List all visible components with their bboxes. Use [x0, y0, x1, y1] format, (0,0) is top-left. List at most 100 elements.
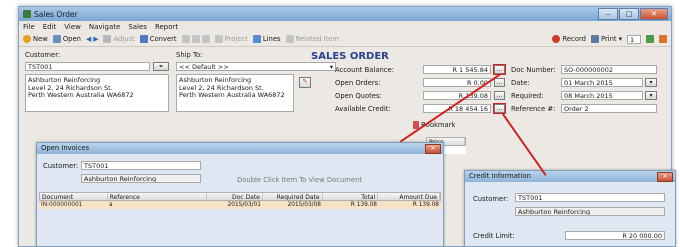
disabled-tools — [181, 35, 210, 43]
save-icon — [181, 35, 190, 43]
oi-hint: Double Click Item To View Document — [237, 176, 363, 184]
lines-button[interactable]: Lines — [252, 35, 281, 43]
available-credit-lookup-button[interactable]: … — [493, 103, 506, 114]
date-field[interactable]: 01 March 2015 — [561, 78, 643, 87]
ship-to-select[interactable]: << Default >> ▾ — [176, 62, 336, 71]
adjust-button[interactable]: Adjust — [103, 35, 135, 43]
close-icon[interactable]: ✕ — [425, 144, 441, 154]
ship-to-selected: << Default >> — [179, 63, 229, 71]
delete-icon — [191, 35, 200, 43]
oi-col-doc-date[interactable]: Doc Date — [207, 193, 263, 200]
oi-col-required-date[interactable]: Required Date — [263, 193, 323, 200]
available-credit-field: R 18 454.16 — [423, 104, 491, 113]
ci-customer-label: Customer: — [473, 195, 509, 203]
doc-number-label: Doc Number: — [511, 66, 556, 74]
customer-address-line: Perth Western Australia WA6872 — [28, 91, 134, 99]
menu-report[interactable]: Report — [155, 23, 178, 31]
required-date-field[interactable]: 08 March 2015 — [561, 91, 643, 100]
close-button[interactable]: ✕ — [640, 8, 668, 20]
date-label: Date: — [511, 79, 530, 87]
oi-col-reference[interactable]: Reference — [108, 193, 208, 200]
related-item-button[interactable]: Related Item — [285, 35, 339, 43]
oi-customer-label: Customer: — [43, 162, 79, 170]
record-icon — [552, 35, 561, 43]
required-label: Required: — [511, 92, 544, 100]
oi-table-header: Document Reference Doc Date Required Dat… — [39, 192, 441, 201]
menu-sales[interactable]: Sales — [128, 23, 147, 31]
account-balance-lookup-button[interactable]: … — [493, 64, 506, 75]
available-credit-label: Available Credit: — [335, 105, 391, 113]
oi-col-amount-due[interactable]: Amount Due — [378, 193, 440, 200]
window-title: Sales Order — [34, 9, 78, 19]
project-button[interactable]: Project — [214, 35, 248, 43]
open-orders-lookup-button[interactable]: … — [494, 78, 505, 87]
forward-arrow-icon[interactable]: ▶ — [93, 35, 98, 43]
nav-arrows[interactable]: ◀ ▶ — [86, 35, 98, 43]
close-icon[interactable]: ✕ — [657, 172, 673, 182]
credit-information-dialog: Credit Information ✕ Customer: TST001 Ash… — [464, 170, 676, 247]
open-icon — [52, 35, 61, 43]
doc-number-field[interactable]: SO-000000002 — [561, 65, 657, 74]
date-picker-icon[interactable]: ▾ — [645, 78, 657, 87]
menu-navigate[interactable]: Navigate — [89, 23, 120, 31]
open-button[interactable]: Open — [52, 35, 81, 43]
menu-edit[interactable]: Edit — [43, 23, 57, 31]
maximize-button[interactable]: □ — [619, 8, 639, 20]
print-button[interactable]: Print ▾ — [590, 35, 622, 43]
toolbar: New Open ◀ ▶ Adjust Convert Project Lines… — [19, 32, 671, 47]
oi-cell-document: IN-000000001 — [41, 202, 83, 208]
ci-credit-limit-label: Credit Limit: — [473, 232, 515, 240]
chevron-down-icon: ▾ — [618, 35, 622, 43]
account-balance-label: Account Balance: — [335, 66, 395, 74]
required-date-picker-icon[interactable]: ▾ — [645, 91, 657, 100]
oi-customer-name: Ashburton Reinforcing — [81, 174, 201, 183]
ci-customer-code: TST001 — [515, 193, 665, 202]
reference-field[interactable]: Order 2 — [561, 104, 657, 113]
customer-code-field[interactable]: TST001 — [25, 62, 150, 71]
open-quotes-field: R 139.08 — [423, 91, 491, 100]
credit-info-title-bar: Credit Information ✕ — [465, 171, 675, 182]
convert-icon — [139, 35, 148, 43]
back-arrow-icon[interactable]: ◀ — [86, 35, 91, 43]
open-orders-label: Open Orders: — [335, 79, 381, 87]
menu-file[interactable]: File — [23, 23, 35, 31]
ship-to-address: Ashburton Reinforcing Level 2, 24 Richar… — [176, 74, 294, 112]
customer-address: Ashburton Reinforcing Level 2, 24 Richar… — [25, 74, 169, 112]
tools-icon[interactable] — [646, 35, 654, 43]
customer-label: Customer: — [25, 51, 61, 59]
menu-view[interactable]: View — [64, 23, 81, 31]
page-title: SALES ORDER — [311, 51, 389, 62]
ship-to-edit-icon[interactable]: ✎ — [299, 77, 311, 88]
title-bar: Sales Order – □ ✕ — [19, 7, 671, 21]
print-icon — [590, 35, 599, 43]
open-invoices-dialog: Open Invoices ✕ Customer: TST001 Ashburto… — [36, 142, 444, 247]
open-invoices-title-bar: Open Invoices ✕ — [37, 143, 443, 154]
table-row[interactable]: IN-000000001 a 2015/03/01 2015/03/08 R 1… — [39, 201, 441, 209]
copies-field[interactable]: 1 — [627, 34, 641, 44]
oi-col-document[interactable]: Document — [40, 193, 108, 200]
customer-lookup-button[interactable]: ⚭ — [153, 62, 169, 71]
chevron-down-icon: ▾ — [329, 63, 333, 71]
app-icon — [23, 10, 31, 18]
new-button[interactable]: New — [23, 35, 48, 43]
open-quotes-lookup-button[interactable]: … — [494, 91, 505, 100]
ship-to-address-line: Perth Western Australia WA6872 — [179, 91, 285, 99]
adjust-icon — [103, 35, 112, 43]
oi-cell-amount-due: R 139.08 — [412, 202, 439, 208]
lines-icon — [252, 35, 261, 43]
minimize-button[interactable]: – — [598, 8, 618, 20]
credit-info-title: Credit Information — [469, 172, 531, 180]
record-button[interactable]: Record — [552, 35, 586, 43]
oi-cell-required-date: 2015/03/08 — [287, 202, 321, 208]
ci-customer-name: Ashburton Reinforcing — [515, 207, 665, 216]
oi-col-total[interactable]: Total — [323, 193, 379, 200]
open-invoices-title: Open Invoices — [41, 144, 90, 152]
copy-icon — [201, 35, 210, 43]
convert-button[interactable]: Convert — [139, 35, 177, 43]
related-item-icon — [285, 35, 294, 43]
oi-cell-doc-date: 2015/03/01 — [227, 202, 261, 208]
calendar-icon[interactable] — [659, 35, 667, 43]
project-icon — [214, 35, 223, 43]
oi-cell-total: R 139.08 — [350, 202, 377, 208]
ci-credit-limit-field: R 20 000.00 — [565, 231, 665, 240]
